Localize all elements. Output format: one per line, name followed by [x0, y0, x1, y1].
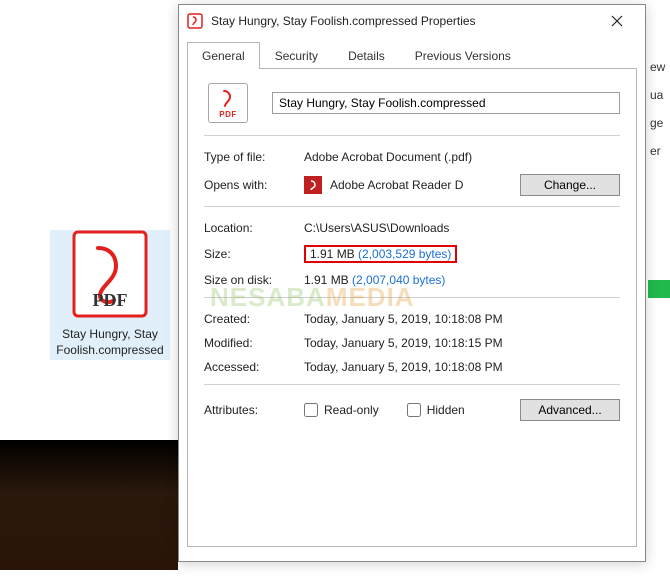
modified-label: Modified:: [204, 336, 304, 350]
hidden-checkbox-input[interactable]: [407, 403, 421, 417]
tab-general[interactable]: General: [187, 42, 260, 69]
tab-security[interactable]: Security: [260, 42, 333, 69]
titlebar[interactable]: Stay Hungry, Stay Foolish.compressed Pro…: [179, 5, 645, 37]
size-label: Size:: [204, 247, 304, 261]
hidden-checkbox[interactable]: Hidden: [407, 403, 465, 417]
svg-text:PDF: PDF: [93, 290, 128, 310]
desktop-file-item[interactable]: PDF Stay Hungry, Stay Foolish.compressed: [50, 230, 170, 360]
separator: [204, 135, 620, 136]
type-value: Adobe Acrobat Document (.pdf): [304, 150, 620, 164]
opens-with-value: Adobe Acrobat Reader D: [330, 178, 520, 192]
properties-dialog: Stay Hungry, Stay Foolish.compressed Pro…: [178, 4, 646, 562]
general-panel: PDF Type of file: Adobe Acrobat Document…: [187, 69, 637, 547]
created-label: Created:: [204, 312, 304, 326]
location-value: C:\Users\ASUS\Downloads: [304, 221, 620, 235]
desktop-file-label: Stay Hungry, Stay Foolish.compressed: [50, 324, 170, 360]
desktop-lower-image: [0, 440, 178, 570]
filename-input[interactable]: [272, 92, 620, 114]
separator: [204, 384, 620, 385]
advanced-button[interactable]: Advanced...: [520, 399, 620, 421]
size-on-disk-value: 1.91 MB (2,007,040 bytes): [304, 273, 620, 287]
opens-with-label: Opens with:: [204, 178, 304, 192]
adobe-reader-icon: [304, 176, 322, 194]
pdf-titlebar-icon: [187, 13, 203, 29]
accessed-label: Accessed:: [204, 360, 304, 374]
size-on-disk-label: Size on disk:: [204, 273, 304, 287]
tab-strip: General Security Details Previous Versio…: [187, 41, 637, 69]
separator: [204, 206, 620, 207]
close-button[interactable]: [597, 6, 637, 36]
pdf-large-icon: PDF: [72, 230, 148, 318]
accessed-value: Today, January 5, 2019, 10:18:08 PM: [304, 360, 620, 374]
obscured-right-text: ew ua ge er: [648, 60, 670, 172]
created-value: Today, January 5, 2019, 10:18:08 PM: [304, 312, 620, 326]
titlebar-title: Stay Hungry, Stay Foolish.compressed Pro…: [211, 14, 597, 28]
desktop-background: PDF Stay Hungry, Stay Foolish.compressed: [0, 0, 178, 584]
pdf-file-icon: PDF: [208, 83, 248, 123]
tab-previous-versions[interactable]: Previous Versions: [400, 42, 526, 69]
size-value: 1.91 MB (2,003,529 bytes): [304, 245, 620, 263]
location-label: Location:: [204, 221, 304, 235]
change-button[interactable]: Change...: [520, 174, 620, 196]
modified-value: Today, January 5, 2019, 10:18:15 PM: [304, 336, 620, 350]
tab-details[interactable]: Details: [333, 42, 400, 69]
type-label: Type of file:: [204, 150, 304, 164]
readonly-checkbox[interactable]: Read-only: [304, 403, 379, 417]
obscured-green-strip: [648, 280, 670, 298]
size-highlight: 1.91 MB (2,003,529 bytes): [304, 245, 457, 263]
close-icon: [611, 15, 623, 27]
attributes-label: Attributes:: [204, 403, 304, 417]
readonly-checkbox-input[interactable]: [304, 403, 318, 417]
separator: [204, 297, 620, 298]
